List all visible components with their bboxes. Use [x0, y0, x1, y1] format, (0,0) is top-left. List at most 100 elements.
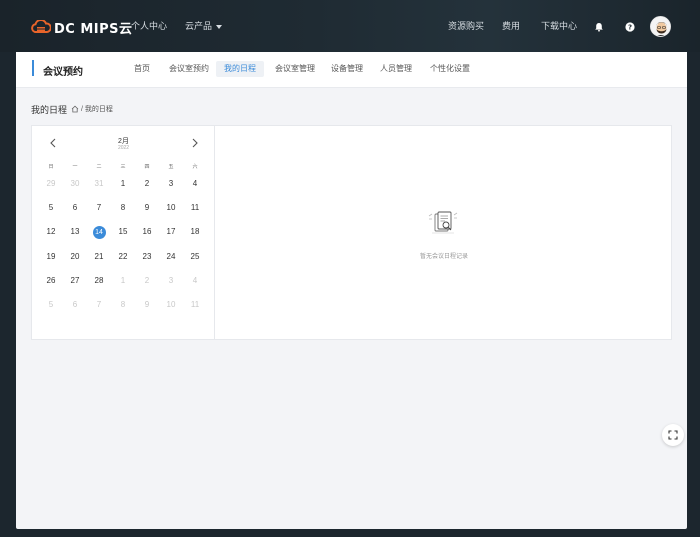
calendar-day[interactable]: 4: [183, 172, 207, 196]
calendar-day[interactable]: 24: [159, 245, 183, 269]
calendar-day-number: 6: [72, 203, 78, 213]
calendar-day-number: 7: [96, 203, 102, 213]
calendar-day[interactable]: 27: [63, 269, 87, 293]
calendar-day[interactable]: 7: [87, 196, 111, 220]
weekday-label: 二: [96, 164, 102, 170]
breadcrumb-current: / 我的日程: [81, 106, 113, 113]
user-avatar[interactable]: [650, 16, 671, 37]
tab-staff-management[interactable]: 人员管理: [372, 61, 420, 77]
calendar-day-number: 16: [142, 227, 152, 237]
calendar-day[interactable]: 12: [39, 220, 63, 244]
calendar-day-number: 8: [120, 203, 126, 213]
calendar-day[interactable]: 7: [87, 293, 111, 317]
nav-download-center[interactable]: 下载中心: [541, 20, 577, 32]
calendar-day[interactable]: 18: [183, 220, 207, 244]
empty-state-text: 暂无会议日程记录: [419, 254, 468, 260]
calendar-day[interactable]: 15: [111, 220, 135, 244]
calendar-day[interactable]: 2: [135, 269, 159, 293]
bell-icon[interactable]: [594, 22, 604, 32]
empty-state: 暂无会议日程记录: [216, 126, 672, 339]
calendar: 2月 2022 日 一 二 三 四 五 六 29 30 31 1 2 3 4 5 6 7 8 9 10 1…: [32, 126, 215, 339]
logo[interactable]: DC MIPS云: [31, 17, 133, 37]
tab-my-schedule[interactable]: 我的日程: [216, 61, 264, 77]
calendar-day[interactable]: 25: [183, 245, 207, 269]
weekday-label: 一: [72, 164, 78, 170]
tab-room-booking[interactable]: 会议室预约: [161, 61, 217, 77]
calendar-day-number: 6: [72, 299, 78, 309]
calendar-days: 29 30 31 1 2 3 4 5 6 7 8 9 10 11 12 13 14 15 16 17 18 19 20 21 2…: [39, 172, 207, 317]
calendar-day[interactable]: 8: [111, 196, 135, 220]
calendar-day-number: 2: [144, 275, 150, 285]
fullscreen-button[interactable]: [662, 424, 684, 446]
calendar-day-number: 1: [120, 275, 126, 285]
home-icon[interactable]: [71, 105, 79, 113]
calendar-day-number: 10: [166, 203, 176, 213]
calendar-day[interactable]: 5: [39, 293, 63, 317]
calendar-day[interactable]: 3: [159, 269, 183, 293]
calendar-day-number: 17: [166, 227, 176, 237]
calendar-week-row: 26 27 28 1 2 3 4: [39, 269, 207, 293]
calendar-day[interactable]: 23: [135, 245, 159, 269]
page-title: 我的日程: [31, 105, 68, 115]
calendar-year: 2022: [117, 145, 130, 151]
calendar-day-number: 7: [96, 299, 102, 309]
chevron-right-icon[interactable]: [190, 137, 200, 149]
calendar-day[interactable]: 2: [135, 172, 159, 196]
calendar-day-number: 4: [192, 179, 198, 188]
calendar-day[interactable]: 11: [183, 196, 207, 220]
avatar-face-icon: [651, 17, 670, 36]
calendar-day[interactable]: 10: [159, 293, 183, 317]
calendar-day[interactable]: 19: [39, 245, 63, 269]
calendar-day[interactable]: 21: [87, 245, 111, 269]
calendar-day[interactable]: 17: [159, 220, 183, 244]
calendar-day[interactable]: 1: [111, 269, 135, 293]
calendar-day[interactable]: 30: [63, 172, 87, 196]
calendar-day[interactable]: 9: [135, 196, 159, 220]
main-panel: 会议预约 首页 会议室预约 我的日程 会议室管理 设备管理 人员管理 个性化设置…: [16, 52, 687, 529]
calendar-day[interactable]: 31: [87, 172, 111, 196]
calendar-day-number: 18: [190, 227, 200, 237]
nav-fees[interactable]: 费用: [502, 20, 520, 32]
nav-cloud-products[interactable]: 云产品: [185, 20, 223, 32]
calendar-day[interactable]: 11: [183, 293, 207, 317]
breadcrumb: / 我的日程: [71, 104, 113, 114]
calendar-day[interactable]: 4: [183, 269, 207, 293]
nav-resource-purchase[interactable]: 资源购买: [448, 20, 484, 32]
calendar-day[interactable]: 8: [111, 293, 135, 317]
calendar-day[interactable]: 9: [135, 293, 159, 317]
module-header: 会议预约 首页 会议室预约 我的日程 会议室管理 设备管理 人员管理 个性化设置: [16, 52, 687, 88]
calendar-day[interactable]: 28: [87, 269, 111, 293]
calendar-day-number: 9: [144, 203, 150, 213]
calendar-day[interactable]: 6: [63, 293, 87, 317]
nav-personal-center[interactable]: 个人中心: [131, 20, 167, 32]
tab-home[interactable]: 首页: [126, 61, 158, 77]
calendar-day-number: 13: [70, 227, 80, 237]
calendar-day[interactable]: 10: [159, 196, 183, 220]
calendar-day[interactable]: 3: [159, 172, 183, 196]
calendar-day[interactable]: 6: [63, 196, 87, 220]
calendar-day-number: 11: [190, 299, 200, 309]
calendar-day-today[interactable]: 14: [87, 220, 111, 244]
calendar-day[interactable]: 26: [39, 269, 63, 293]
cloud-logo-icon: [31, 20, 51, 33]
calendar-day[interactable]: 22: [111, 245, 135, 269]
calendar-day[interactable]: 16: [135, 220, 159, 244]
calendar-grid: 日 一 二 三 四 五 六 29 30 31 1 2 3 4 5 6 7 8 9 10 11 12 13 14 1…: [39, 162, 207, 317]
tab-device-management[interactable]: 设备管理: [323, 61, 371, 77]
calendar-day[interactable]: 1: [111, 172, 135, 196]
weekday-label: 日: [48, 164, 54, 170]
calendar-week-row: 19 20 21 22 23 24 25: [39, 245, 207, 269]
calendar-day[interactable]: 20: [63, 245, 87, 269]
tab-personalization[interactable]: 个性化设置: [422, 61, 478, 77]
calendar-day-number: 19: [46, 251, 56, 261]
calendar-day-number: 21: [94, 251, 104, 261]
calendar-day[interactable]: 29: [39, 172, 63, 196]
calendar-day[interactable]: 13: [63, 220, 87, 244]
help-icon[interactable]: ?: [625, 22, 635, 32]
tab-room-management[interactable]: 会议室管理: [267, 61, 323, 77]
calendar-day-number: 30: [70, 179, 80, 188]
calendar-week-row: 29 30 31 1 2 3 4: [39, 172, 207, 196]
calendar-day-number: 3: [168, 179, 174, 188]
calendar-day[interactable]: 5: [39, 196, 63, 220]
calendar-day-number: 12: [46, 227, 56, 237]
